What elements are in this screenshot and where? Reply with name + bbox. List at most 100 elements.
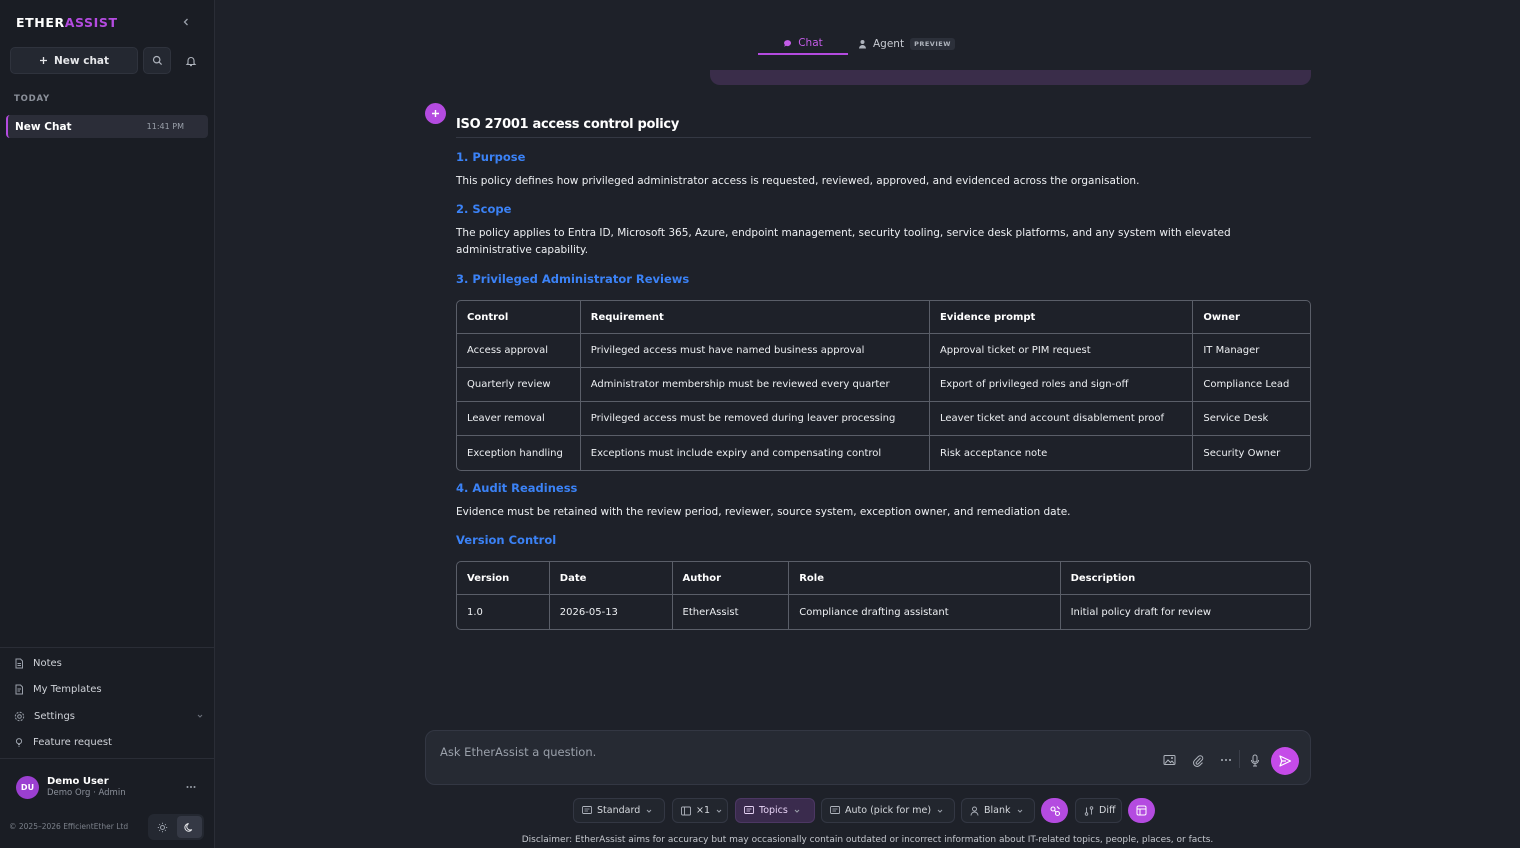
diff-icon xyxy=(1084,805,1094,816)
image-upload-icon[interactable] xyxy=(1161,752,1177,768)
topics-select[interactable]: Topics xyxy=(735,798,815,823)
canvas-toggle-button[interactable] xyxy=(1128,798,1155,823)
table-cell: Exception handling xyxy=(457,436,581,470)
model-select[interactable]: Auto (pick for me) xyxy=(821,798,955,823)
tab-agent-label: Agent xyxy=(873,38,905,50)
sidebar-item-label: My Templates xyxy=(33,683,102,695)
search-button[interactable] xyxy=(143,47,171,74)
table-cell: Administrator membership must be reviewe… xyxy=(580,368,930,402)
table-cell: 1.0 xyxy=(457,595,550,629)
preview-badge: PREVIEW xyxy=(910,38,955,50)
section-heading-version-control: Version Control xyxy=(456,533,557,547)
tools-button[interactable] xyxy=(1041,798,1068,823)
template-icon xyxy=(14,684,24,695)
chat-list-item[interactable]: New Chat 11:41 PM xyxy=(6,115,208,138)
search-icon xyxy=(152,55,163,66)
plus-icon xyxy=(431,109,440,118)
sidebar: ETHERASSIST New chat TODAY New Chat 11:4… xyxy=(0,0,215,848)
table-row: Access approval Privileged access must h… xyxy=(457,334,1310,368)
assistant-badge xyxy=(425,103,446,124)
disclaimer-text: Disclaimer: EtherAssist aims for accurac… xyxy=(521,835,1214,845)
table-header-row: Control Requirement Evidence prompt Owne… xyxy=(457,301,1310,334)
sidebar-item-notes[interactable]: Notes xyxy=(14,655,204,671)
chevron-down-icon[interactable] xyxy=(196,712,204,720)
new-chat-button[interactable]: New chat xyxy=(10,47,138,74)
section-heading-purpose: 1. Purpose xyxy=(456,150,526,164)
chevron-down-icon xyxy=(715,807,723,815)
table-row: 1.0 2026-05-13 EtherAssist Compliance dr… xyxy=(457,595,1310,629)
message-input[interactable] xyxy=(440,743,1040,761)
table-cell: Leaver removal xyxy=(457,402,581,436)
sidebar-item-settings[interactable]: Settings xyxy=(14,708,204,724)
lightbulb-icon xyxy=(14,737,24,748)
column-header: Control xyxy=(457,301,581,334)
gear-icon xyxy=(14,711,25,722)
table-cell: Quarterly review xyxy=(457,368,581,402)
model-icon xyxy=(830,806,840,815)
diff-button[interactable]: Diff xyxy=(1075,798,1122,823)
tab-chat-label: Chat xyxy=(798,37,823,49)
user-name: Demo User xyxy=(47,775,109,787)
tab-agent[interactable]: Agent PREVIEW xyxy=(848,33,965,55)
more-horizontal-icon[interactable] xyxy=(1218,752,1234,768)
table-cell: Security Owner xyxy=(1203,447,1281,459)
table-cell: Compliance drafting assistant xyxy=(789,595,1061,629)
table-row: Exception handling Exceptions must inclu… xyxy=(457,436,1310,470)
moon-icon xyxy=(184,822,195,833)
section-text-audit: Evidence must be retained with the revie… xyxy=(456,506,1071,518)
layers-icon xyxy=(681,806,691,816)
sun-icon xyxy=(157,822,168,833)
table-cell: Initial policy draft for review xyxy=(1070,606,1212,618)
notifications-button[interactable] xyxy=(177,47,205,74)
column-header: Version xyxy=(457,562,550,595)
table-row: Leaver removal Privileged access must be… xyxy=(457,402,1310,436)
response-mode-label: Standard xyxy=(597,805,641,816)
sidebar-item-label: Notes xyxy=(33,657,62,669)
app-logo[interactable]: ETHERASSIST xyxy=(16,15,118,30)
sidebar-divider xyxy=(0,758,215,759)
mode-tabs: Chat Agent PREVIEW xyxy=(758,33,965,55)
sidebar-item-label: Feature request xyxy=(33,736,112,748)
section-text-scope: The policy applies to Entra ID, Microsof… xyxy=(456,227,1231,256)
chat-title: New Chat xyxy=(15,120,72,133)
section-heading-scope: 2. Scope xyxy=(456,202,512,216)
response-count-select[interactable]: ×1 xyxy=(672,798,728,823)
collapse-sidebar-icon[interactable] xyxy=(178,14,194,30)
model-label: Auto (pick for me) xyxy=(845,805,932,816)
previous-message-bubble xyxy=(710,70,1311,85)
sidebar-item-feature-request[interactable]: Feature request xyxy=(14,734,204,750)
table-cell: Export of privileged roles and sign-off xyxy=(929,368,1194,402)
response-count-label: ×1 xyxy=(696,805,711,816)
topics-label: Topics xyxy=(759,805,788,816)
column-header: Evidence prompt xyxy=(929,301,1194,334)
diff-label: Diff xyxy=(1099,805,1116,816)
person-icon xyxy=(858,39,867,49)
table-row: Quarterly review Administrator membershi… xyxy=(457,368,1310,402)
persona-select[interactable]: Blank xyxy=(961,798,1035,823)
column-header: Requirement xyxy=(580,301,930,334)
column-header: Description xyxy=(1060,562,1310,595)
table-cell: IT Manager xyxy=(1193,334,1310,368)
document-title: ISO 27001 access control policy xyxy=(456,117,679,132)
tools-icon xyxy=(1049,805,1061,817)
sidebar-item-templates[interactable]: My Templates xyxy=(14,681,204,697)
persona-label: Blank xyxy=(984,805,1011,816)
chevron-down-icon xyxy=(936,807,944,815)
user-profile[interactable]: DU Demo User Demo Org · Admin xyxy=(16,774,196,800)
bell-icon xyxy=(185,55,197,67)
send-button[interactable] xyxy=(1271,747,1299,775)
table-cell: Exceptions must include expiry and compe… xyxy=(581,436,930,470)
message-composer xyxy=(425,730,1311,785)
table-cell: Compliance Lead xyxy=(1193,368,1310,402)
chevron-down-icon xyxy=(793,807,801,815)
layout-icon xyxy=(1136,805,1147,816)
copyright-text: © 2025–2026 EfficientEther Ltd xyxy=(9,822,129,831)
chat-time: 11:41 PM xyxy=(146,122,184,131)
paperclip-icon[interactable] xyxy=(1190,752,1206,768)
response-mode-select[interactable]: Standard xyxy=(573,798,665,823)
privileged-reviews-table: Control Requirement Evidence prompt Owne… xyxy=(456,300,1311,471)
tab-chat[interactable]: Chat xyxy=(758,33,848,55)
microphone-icon[interactable] xyxy=(1247,752,1263,768)
person-icon xyxy=(970,806,979,816)
more-options-icon[interactable] xyxy=(186,785,196,789)
